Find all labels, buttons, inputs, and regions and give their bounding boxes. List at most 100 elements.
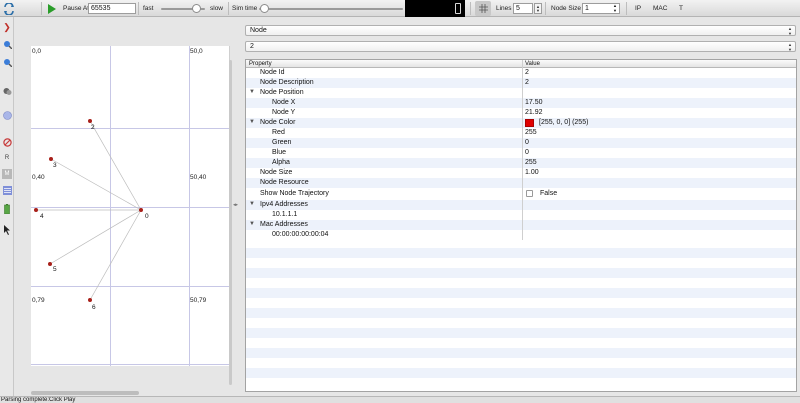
play-icon bbox=[48, 3, 56, 14]
network-canvas[interactable]: 0,0 50,0 0,40 50,40 0,79 50,79 0 2 3 4 5… bbox=[31, 46, 230, 366]
link-lines bbox=[36, 120, 142, 301]
prop-row-node-id[interactable]: Node Id 2 bbox=[246, 68, 796, 78]
prop-row-node-y[interactable]: Node Y 21.92 bbox=[246, 108, 796, 118]
zoom-out-icon bbox=[3, 58, 12, 67]
prop-value: 21.92 bbox=[525, 109, 543, 116]
speed-slider-knob[interactable] bbox=[192, 4, 201, 13]
prop-row-node-x[interactable]: Node X 17.50 bbox=[246, 98, 796, 108]
lines-input[interactable]: 5 bbox=[513, 3, 533, 14]
prop-row-node-size[interactable]: Node Size 1.00 bbox=[246, 168, 796, 178]
main-toolbar: Pause At 65535 fast slow Sim time Lines … bbox=[0, 0, 800, 17]
r-tool-icon[interactable]: R bbox=[2, 153, 12, 163]
item-type-select[interactable]: Node ▲ ▼ bbox=[245, 25, 796, 36]
node-3[interactable] bbox=[49, 157, 53, 161]
lines-label: Lines bbox=[496, 5, 512, 12]
prop-row-node-position[interactable]: ▼ Node Position bbox=[246, 88, 796, 98]
expand-triangle-icon[interactable]: ▼ bbox=[249, 221, 255, 227]
coord-label-bottom-left: 0,79 bbox=[32, 297, 45, 304]
prop-row-red[interactable]: Red 255 bbox=[246, 128, 796, 138]
select-arrows-icon: ▲ ▼ bbox=[788, 42, 792, 52]
prop-key: Node Color bbox=[260, 119, 296, 126]
stats-icon bbox=[3, 87, 11, 95]
expand-triangle-icon[interactable]: ▼ bbox=[249, 89, 255, 95]
sim-time-label: Sim time bbox=[232, 5, 258, 12]
m-tool-icon[interactable]: M bbox=[2, 169, 12, 179]
play-button[interactable] bbox=[47, 0, 56, 17]
trajectory-checkbox[interactable] bbox=[526, 190, 533, 197]
splitter-grip-icon: ◂▸ bbox=[233, 202, 239, 208]
node-id-select[interactable]: 2 ▲ ▼ bbox=[245, 41, 796, 52]
prop-key: Show Node Trajectory bbox=[260, 190, 329, 197]
prop-row-ipv4-addresses[interactable]: ▼ Ipv4 Addresses bbox=[246, 200, 796, 210]
battery-icon bbox=[4, 204, 10, 214]
prop-row-green[interactable]: Green 0 bbox=[246, 138, 796, 148]
prop-key: Red bbox=[272, 129, 285, 136]
node-0[interactable] bbox=[139, 208, 143, 212]
zoom-in-icon bbox=[3, 40, 12, 49]
node-size-label: Node Size bbox=[551, 5, 581, 12]
ip-toggle[interactable]: IP bbox=[635, 0, 641, 17]
prop-value: 1.00 bbox=[525, 169, 539, 176]
sim-time-slider[interactable] bbox=[259, 8, 403, 10]
reload-button[interactable] bbox=[3, 0, 15, 17]
color-swatch[interactable] bbox=[525, 119, 534, 127]
node-4[interactable] bbox=[34, 208, 38, 212]
lines-stepper[interactable]: ▲ ▼ bbox=[534, 3, 542, 14]
prop-key: Node X bbox=[272, 99, 296, 106]
t-toggle[interactable]: T bbox=[679, 0, 683, 17]
node-0-label: 0 bbox=[145, 213, 149, 220]
grid-toggle-button[interactable] bbox=[475, 1, 491, 16]
canvas-horizontal-scrollbar[interactable] bbox=[31, 391, 139, 395]
node-6[interactable] bbox=[88, 298, 92, 302]
prop-value: False bbox=[540, 190, 558, 197]
coord-label-bottom-right: 50,79 bbox=[190, 297, 207, 304]
node-2[interactable] bbox=[88, 119, 92, 123]
battery-button[interactable] bbox=[2, 204, 12, 214]
panel-splitter[interactable]: ◂▸ bbox=[233, 17, 239, 403]
node-5[interactable] bbox=[48, 262, 52, 266]
collapse-chevron-icon[interactable]: ❯ bbox=[2, 22, 12, 32]
prop-key: Node Size bbox=[260, 169, 293, 176]
prop-row-mac-addresses[interactable]: ▼ Mac Addresses bbox=[246, 220, 796, 230]
prop-row-node-description[interactable]: Node Description 2 bbox=[246, 78, 796, 88]
sim-time-slider-knob[interactable] bbox=[260, 4, 269, 13]
mac-toggle[interactable]: MAC bbox=[653, 0, 667, 17]
prop-value: 2 bbox=[525, 79, 529, 86]
node-6-label: 6 bbox=[92, 304, 96, 311]
prop-key: Node Position bbox=[260, 89, 304, 96]
prop-row-blue[interactable]: Blue 0 bbox=[246, 148, 796, 158]
sim-time-display bbox=[405, 0, 465, 17]
packet-stats-button[interactable] bbox=[2, 86, 12, 96]
zoom-out-button[interactable] bbox=[2, 57, 12, 67]
stop-button[interactable] bbox=[2, 137, 12, 147]
pause-at-label: Pause At bbox=[63, 5, 90, 12]
prop-row-show-trajectory[interactable]: Show Node Trajectory False bbox=[246, 189, 796, 199]
prop-value: 255 bbox=[525, 159, 537, 166]
prop-row-ipv4-entry[interactable]: 10.1.1.1 bbox=[246, 210, 796, 220]
prop-row-mac-entry[interactable]: 00:00:00:00:00:04 bbox=[246, 230, 796, 240]
expand-triangle-icon[interactable]: ▼ bbox=[249, 201, 255, 207]
prop-key: Node Y bbox=[272, 109, 296, 116]
pointer-button[interactable] bbox=[2, 225, 12, 235]
no-entry-icon bbox=[2, 137, 12, 147]
list-icon bbox=[2, 185, 12, 195]
header-property: Property bbox=[249, 61, 272, 67]
prop-row-node-color[interactable]: ▼ Node Color [255, 0, 0] (255) bbox=[246, 118, 796, 128]
prop-key: 00:00:00:00:00:04 bbox=[272, 231, 329, 238]
node-size-select[interactable]: 1 ▲ ▼ bbox=[582, 3, 620, 14]
expand-triangle-icon[interactable]: ▼ bbox=[249, 119, 255, 125]
coord-label-mid-left: 0,40 bbox=[32, 174, 45, 181]
node-position-button[interactable] bbox=[2, 110, 12, 120]
canvas-vertical-scrollbar[interactable] bbox=[229, 60, 232, 385]
pause-at-input[interactable]: 65535 bbox=[88, 3, 136, 14]
coord-label-mid-right: 50,40 bbox=[190, 174, 207, 181]
prop-key: Node Resource bbox=[260, 179, 309, 186]
prop-row-alpha[interactable]: Alpha 255 bbox=[246, 158, 796, 168]
globe-icon bbox=[2, 110, 12, 120]
list-button[interactable] bbox=[2, 185, 12, 195]
zoom-in-button[interactable] bbox=[2, 39, 12, 49]
grid-icon bbox=[478, 4, 488, 13]
node-3-label: 3 bbox=[53, 162, 57, 169]
prop-row-node-resource[interactable]: Node Resource bbox=[246, 178, 796, 188]
pointer-icon bbox=[4, 225, 10, 235]
